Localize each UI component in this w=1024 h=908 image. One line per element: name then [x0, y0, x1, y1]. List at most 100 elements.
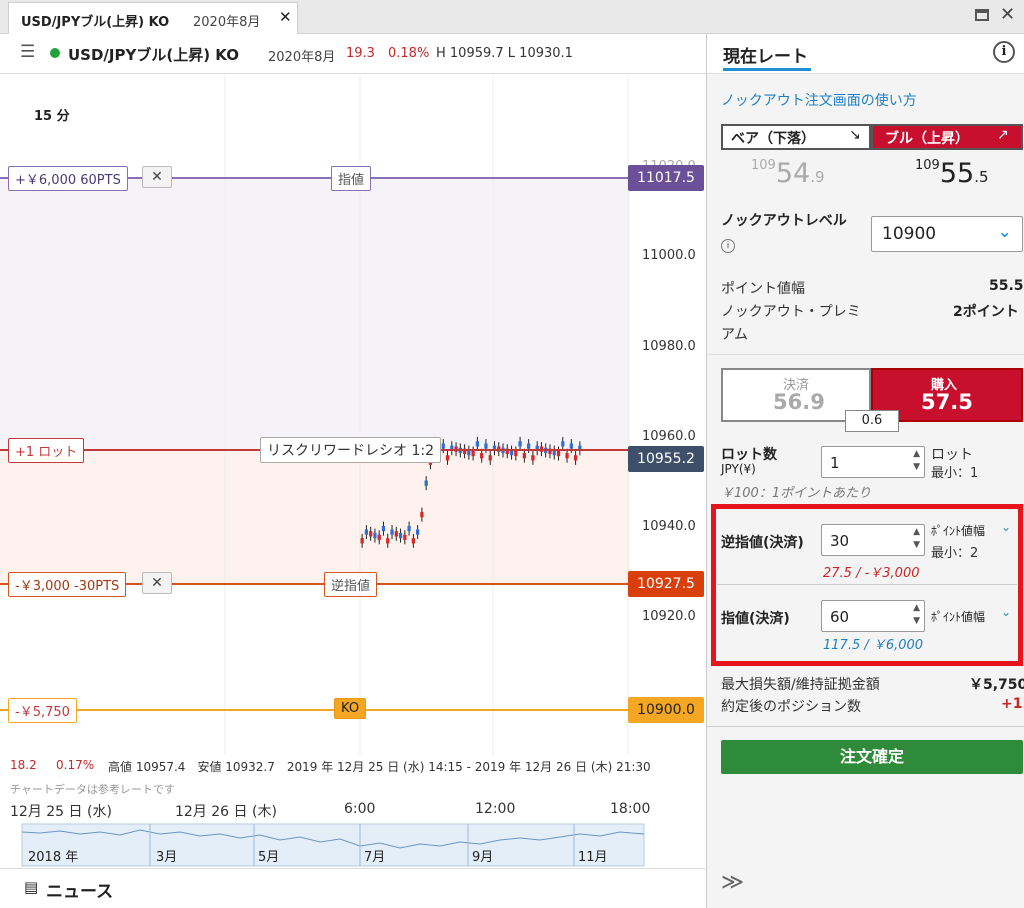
tab-contract: 2020年8月	[193, 15, 261, 30]
news-icon: ▤	[24, 878, 39, 896]
howto-link[interactable]: ノックアウト注文画面の使い方	[721, 90, 917, 110]
stop-pnl-label: -￥3,000 -30PTS	[8, 572, 127, 597]
candle-body	[445, 455, 450, 461]
lots-stepper[interactable]: 1 ▲ ▼	[821, 446, 925, 478]
ko-level-value: 10900	[882, 224, 937, 244]
chart-header: ☰ USD/JPYブル(上昇) KO 2020年8月 19.3 0.18% H …	[0, 34, 706, 74]
instrument-title: USD/JPYブル(上昇) KO	[68, 46, 239, 64]
premium-value: 2ポイント	[953, 304, 1019, 320]
point-width-label: ポイント値幅	[721, 281, 805, 297]
bear-price: 10954.9	[751, 158, 825, 189]
candle-body	[407, 525, 411, 532]
stop-min: 最小：2	[931, 546, 979, 561]
date-label: 12月 25 日 (水)	[10, 804, 112, 820]
window-close-icon[interactable]: ✕	[1000, 4, 1015, 25]
spread-value: 0.6	[845, 410, 899, 432]
chart-footer: 18.2 0.17% 高値 10957.4 安値 10932.7 2019 年 …	[0, 755, 706, 825]
limit-stepper[interactable]: 60 ▲ ▼	[821, 600, 925, 632]
arrow-down-right-icon: ↘	[849, 127, 861, 143]
y-tick: 10940.0	[642, 519, 696, 534]
confirm-order-button[interactable]: 注文確定	[721, 740, 1023, 774]
info-icon[interactable]: i	[993, 41, 1015, 63]
lots-unit: ロット	[931, 447, 973, 463]
news-bar[interactable]: ▤ ニュース	[0, 868, 706, 908]
limit-remove-icon[interactable]: ✕	[142, 166, 172, 188]
ko-level-select[interactable]: 10900 ⌄	[871, 216, 1023, 252]
stepper-arrows-icon[interactable]: ▲ ▼	[913, 602, 920, 628]
candle-body	[364, 529, 369, 535]
arrow-up-right-icon: ↗	[997, 127, 1009, 143]
timeframe-label[interactable]: 15 分	[34, 105, 70, 124]
candle-body	[386, 538, 390, 544]
divider	[707, 354, 1024, 355]
high-low: H 10959.7 L 10930.1	[436, 46, 573, 61]
candle-body	[488, 455, 492, 461]
ko-tag: KO	[334, 698, 367, 719]
positions-value: +1	[1001, 696, 1023, 712]
settle-value: 56.9	[773, 390, 825, 414]
tab-bar: USD/JPYブル(上昇) KO 2020年8月 ✕	[0, 0, 1024, 34]
candle-body	[441, 443, 445, 449]
candle-body	[411, 538, 415, 544]
stop-value: 30	[830, 532, 850, 550]
candle-body	[565, 453, 569, 459]
max-loss-label: 最大損失額/維持証拠金額	[721, 677, 880, 693]
info-small-icon[interactable]: i	[721, 239, 735, 253]
premium-label-1: ノックアウト・プレミ	[721, 304, 861, 320]
buy-value: 57.5	[921, 390, 973, 414]
timeline-label: 9月	[472, 850, 494, 865]
bull-price: 10955.5	[915, 158, 989, 189]
stop-stepper[interactable]: 30 ▲ ▼	[821, 524, 925, 556]
lots-currency: JPY(¥)	[721, 462, 756, 476]
lots-value: 1	[830, 454, 840, 472]
tab-usdjpy-bull-ko[interactable]: USD/JPYブル(上昇) KO 2020年8月 ✕	[8, 2, 298, 34]
stop-unit-select[interactable]: ﾎﾟｲﾝﾄ値幅	[931, 522, 985, 539]
hamburger-menu-icon[interactable]: ☰	[20, 42, 35, 62]
candle-body	[475, 441, 480, 447]
current-price-tag: 10955.2	[628, 446, 704, 472]
date-label: 12月 26 日 (木)	[175, 804, 277, 820]
chevron-down-icon: ⌄	[998, 222, 1012, 241]
bear-label: ベア（下落）	[731, 131, 815, 147]
expand-chevron-icon[interactable]: ≫	[721, 870, 744, 895]
stop-hint: 27.5 / -￥3,000	[823, 566, 920, 581]
timeline-label: 7月	[364, 850, 386, 865]
timeline-label: 2018 年	[28, 850, 79, 865]
candle-body	[484, 443, 488, 449]
position-lot-label: +1 ロット	[8, 438, 85, 463]
limit-value: 60	[830, 608, 850, 626]
candle-body	[531, 455, 535, 461]
timeline-navigator[interactable]: 2018 年 3月 5月 7月 9月 11月	[0, 822, 706, 868]
contract-month: 2020年8月	[268, 50, 336, 65]
premium-label-2: アム	[721, 327, 749, 343]
price-chart[interactable]: 15 分 11020.0 11000.0 10980.0 10960.0 109…	[0, 75, 706, 815]
candle-body	[420, 511, 424, 518]
stop-remove-icon[interactable]: ✕	[142, 572, 172, 594]
stepper-arrows-icon[interactable]: ▲ ▼	[913, 526, 920, 552]
limit-unit-select[interactable]: ﾎﾟｲﾝﾄ値幅	[931, 608, 985, 625]
y-tick: 10960.0	[642, 429, 696, 444]
point-width-value: 55.5	[989, 278, 1024, 294]
risk-reward-ratio: リスクリワードレシオ 1:2	[260, 437, 441, 463]
chevron-down-icon[interactable]: ⌄	[1001, 520, 1011, 534]
x-tick: 18:00	[610, 801, 651, 817]
chevron-down-icon[interactable]: ⌄	[1001, 605, 1011, 619]
stepper-arrows-icon[interactable]: ▲ ▼	[913, 448, 920, 474]
candle-body	[390, 529, 394, 535]
candle-body	[416, 529, 420, 535]
price-change: 19.3	[346, 46, 375, 61]
candle-body	[381, 525, 386, 532]
candle-body	[573, 455, 578, 461]
tab-close-icon[interactable]: ✕	[279, 8, 292, 26]
candle-body	[369, 531, 373, 537]
live-status-dot	[50, 48, 60, 58]
tab-current-rate[interactable]: 現在レート	[723, 42, 808, 67]
limit-hint: 117.5 / ￥6,000	[823, 638, 924, 653]
window-restore-icon[interactable]	[975, 9, 989, 21]
stop-price-tag: 10927.5	[628, 571, 704, 597]
candle-body	[514, 450, 518, 457]
lots-min: 最小：1	[931, 466, 979, 481]
x-tick: 6:00	[344, 801, 376, 817]
bear-button[interactable]: ベア（下落） ↘	[721, 124, 871, 150]
bull-button[interactable]: ブル（上昇） ↗	[871, 124, 1023, 150]
